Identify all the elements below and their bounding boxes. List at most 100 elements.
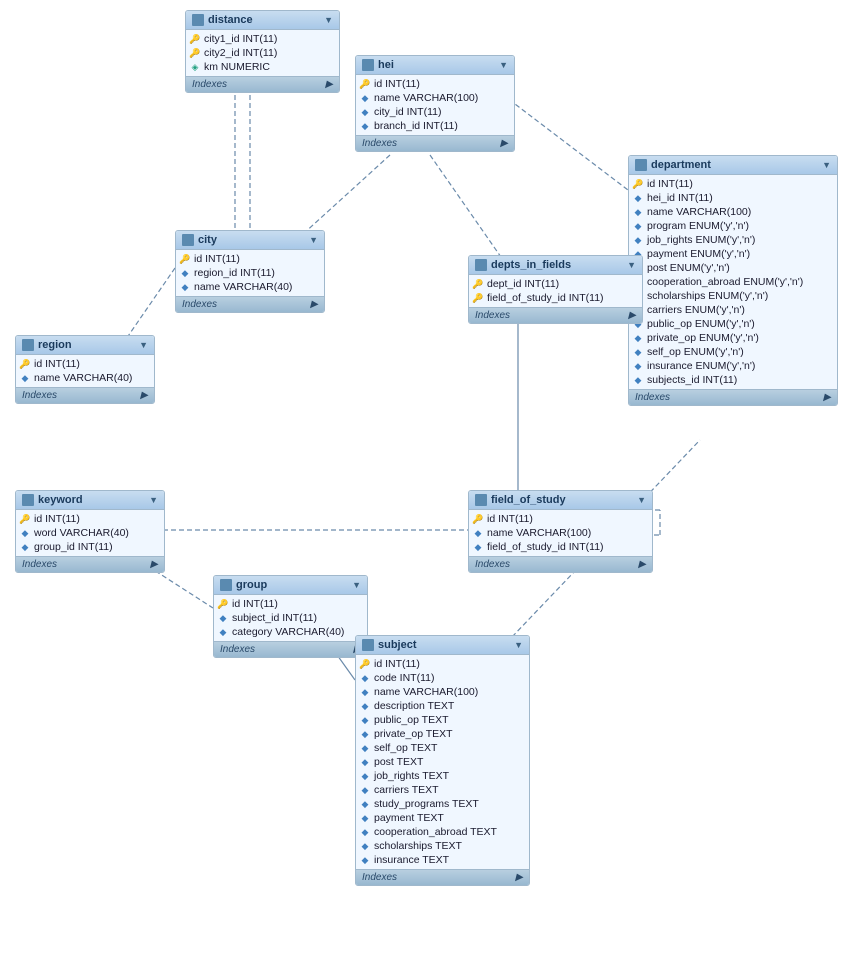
- table-distance: distance ▼ 🔑 city1_id INT(11) 🔑 city2_id…: [185, 10, 340, 93]
- primary-key-icon: 🔑: [20, 359, 30, 369]
- table-subject-indexes[interactable]: Indexes ▶: [356, 869, 529, 885]
- field-icon: ◆: [633, 221, 643, 231]
- field-icon: ◆: [633, 207, 643, 217]
- primary-key-icon: 🔑: [360, 659, 370, 669]
- field-icon: ◆: [360, 715, 370, 725]
- primary-key-icon: 🔑: [473, 514, 483, 524]
- table-department-indexes[interactable]: Indexes ▶: [629, 389, 837, 405]
- field-text: field_of_study_id INT(11): [487, 292, 604, 304]
- table-row: 🔑 id INT(11): [356, 657, 529, 671]
- indexes-arrow: ▶: [310, 299, 318, 310]
- field-text: study_programs TEXT: [374, 798, 479, 810]
- table-row: ◆ job_rights ENUM('y','n'): [629, 233, 837, 247]
- table-region-header[interactable]: region ▼: [16, 336, 154, 355]
- table-row: ◆ branch_id INT(11): [356, 119, 514, 133]
- table-depts-in-fields-indexes[interactable]: Indexes ▶: [469, 307, 642, 323]
- field-icon: ◆: [633, 375, 643, 385]
- table-row: 🔑 id INT(11): [176, 252, 324, 266]
- field-text: name VARCHAR(100): [647, 206, 751, 218]
- field-text: payment TEXT: [374, 812, 444, 824]
- field-text: program ENUM('y','n'): [647, 220, 749, 232]
- table-group-header[interactable]: group ▼: [214, 576, 367, 595]
- table-field-of-study-header[interactable]: field_of_study ▼: [469, 491, 652, 510]
- table-distance-indexes[interactable]: Indexes ▶: [186, 76, 339, 92]
- table-region-indexes[interactable]: Indexes ▶: [16, 387, 154, 403]
- table-region-arrow[interactable]: ▼: [139, 340, 148, 350]
- table-hei-indexes[interactable]: Indexes ▶: [356, 135, 514, 151]
- indexes-arrow: ▶: [515, 872, 523, 883]
- table-hei-arrow[interactable]: ▼: [499, 60, 508, 70]
- table-row: 🔑 id INT(11): [16, 512, 164, 526]
- table-row: ◆ name VARCHAR(40): [176, 280, 324, 294]
- table-row: ◆ payment ENUM('y','n'): [629, 247, 837, 261]
- field-text: id INT(11): [232, 598, 278, 610]
- table-row: ◆ job_rights TEXT: [356, 769, 529, 783]
- table-row: ◆ scholarships ENUM('y','n'): [629, 289, 837, 303]
- field-text: branch_id INT(11): [374, 120, 458, 132]
- field-text: name VARCHAR(40): [194, 281, 292, 293]
- table-hei-header[interactable]: hei ▼: [356, 56, 514, 75]
- table-subject-body: 🔑 id INT(11) ◆ code INT(11) ◆ name VARCH…: [356, 655, 529, 869]
- primary-key-icon: 🔑: [180, 254, 190, 264]
- primary-key-icon: 🔑: [190, 48, 200, 58]
- table-group-arrow[interactable]: ▼: [352, 580, 361, 590]
- table-row: ◆ self_op ENUM('y','n'): [629, 345, 837, 359]
- table-keyword-arrow[interactable]: ▼: [149, 495, 158, 505]
- field-icon: ◆: [360, 785, 370, 795]
- indexes-label: Indexes: [362, 872, 397, 883]
- field-icon: ◆: [633, 361, 643, 371]
- field-text: dept_id INT(11): [487, 278, 559, 290]
- field-icon: ◆: [633, 193, 643, 203]
- primary-key-icon: 🔑: [218, 599, 228, 609]
- table-icon: [362, 59, 374, 71]
- table-city-arrow[interactable]: ▼: [309, 235, 318, 245]
- field-icon: ◆: [360, 93, 370, 103]
- table-keyword-header[interactable]: keyword ▼: [16, 491, 164, 510]
- field-text: payment ENUM('y','n'): [647, 248, 750, 260]
- field-icon: ◆: [360, 841, 370, 851]
- field-text: word VARCHAR(40): [34, 527, 129, 539]
- field-text: id INT(11): [374, 658, 420, 670]
- table-keyword-name: keyword: [38, 494, 83, 506]
- table-icon: [475, 494, 487, 506]
- table-row: ◆ cooperation_abroad ENUM('y','n'): [629, 275, 837, 289]
- table-field-of-study-body: 🔑 id INT(11) ◆ name VARCHAR(100) ◆ field…: [469, 510, 652, 556]
- table-keyword-body: 🔑 id INT(11) ◆ word VARCHAR(40) ◆ group_…: [16, 510, 164, 556]
- table-field-of-study-indexes[interactable]: Indexes ▶: [469, 556, 652, 572]
- field-text: city1_id INT(11): [204, 33, 277, 45]
- table-row: ◆ self_op TEXT: [356, 741, 529, 755]
- table-hei-name: hei: [378, 59, 394, 71]
- indexes-arrow: ▶: [325, 79, 333, 90]
- table-depts-in-fields-header[interactable]: depts_in_fields ▼: [469, 256, 642, 275]
- table-city-header[interactable]: city ▼: [176, 231, 324, 250]
- field-text: city2_id INT(11): [204, 47, 277, 59]
- table-row: ◆ region_id INT(11): [176, 266, 324, 280]
- table-row: ◆ public_op ENUM('y','n'): [629, 317, 837, 331]
- table-distance-header[interactable]: distance ▼: [186, 11, 339, 30]
- table-city-name: city: [198, 234, 217, 246]
- indexes-label: Indexes: [220, 644, 255, 655]
- table-keyword-indexes[interactable]: Indexes ▶: [16, 556, 164, 572]
- indexes-label: Indexes: [22, 559, 57, 570]
- table-city-indexes[interactable]: Indexes ▶: [176, 296, 324, 312]
- field-text: code INT(11): [374, 672, 435, 684]
- table-depts-in-fields-arrow[interactable]: ▼: [627, 260, 636, 270]
- primary-key-icon: 🔑: [473, 279, 483, 289]
- table-row: ◆ city_id INT(11): [356, 105, 514, 119]
- table-row: 🔑 id INT(11): [629, 177, 837, 191]
- field-icon: ◆: [360, 729, 370, 739]
- table-subject-header[interactable]: subject ▼: [356, 636, 529, 655]
- field-icon: ◆: [360, 813, 370, 823]
- table-field-of-study-arrow[interactable]: ▼: [637, 495, 646, 505]
- table-group-indexes[interactable]: Indexes ▶: [214, 641, 367, 657]
- table-department: department ▼ 🔑 id INT(11) ◆ hei_id INT(1…: [628, 155, 838, 406]
- table-row: 🔑 dept_id INT(11): [469, 277, 642, 291]
- table-subject-arrow[interactable]: ▼: [514, 640, 523, 650]
- table-row: ◆ cooperation_abroad TEXT: [356, 825, 529, 839]
- table-subject: subject ▼ 🔑 id INT(11) ◆ code INT(11) ◆ …: [355, 635, 530, 886]
- table-department-header[interactable]: department ▼: [629, 156, 837, 175]
- field-icon: ◆: [360, 121, 370, 131]
- table-department-arrow[interactable]: ▼: [822, 160, 831, 170]
- table-distance-arrow[interactable]: ▼: [324, 15, 333, 25]
- table-row: ◆ carriers TEXT: [356, 783, 529, 797]
